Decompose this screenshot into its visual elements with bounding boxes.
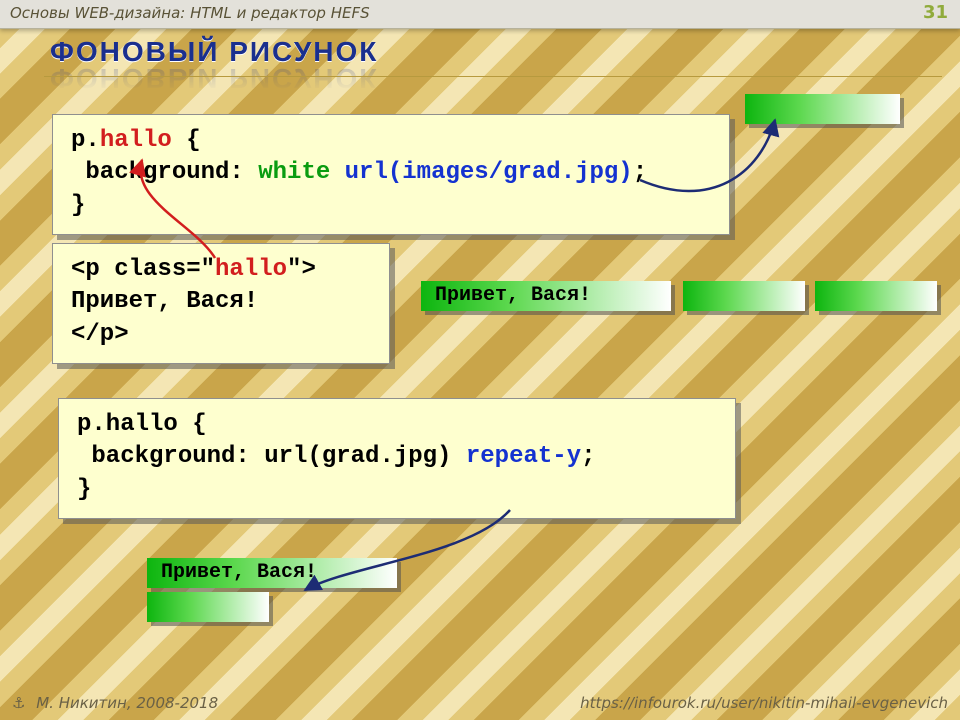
anchor-icon: ⚓ (12, 694, 25, 712)
code-box-html-usage: <p class="hallo"> Привет, Вася! </p> (52, 243, 390, 364)
sample-repeatx-3 (815, 281, 937, 311)
code-box-css-background: p.hallo { background: white url(images/g… (52, 114, 730, 235)
footer-url: https://infourok.ru/user/nikitin-mihail-… (580, 694, 948, 712)
top-bar: Основы WEB-дизайна: HTML и редактор HEFS… (0, 0, 960, 29)
sample-repeaty-1: Привет, Вася! (147, 558, 397, 588)
code3-l3: } (77, 476, 91, 503)
code1-l1c: { (172, 127, 201, 154)
footer-author-text: М. Никитин, 2008-2018 (36, 694, 218, 712)
slide-heading: ФОНОВЫЙ РИСУНОК ФОНОВЫЙ РИСУНОК (50, 36, 378, 94)
code2-l1a: <p class=" (71, 256, 215, 283)
slide-heading-reflection: ФОНОВЫЙ РИСУНОК (50, 62, 378, 94)
code1-l1a: p. (71, 127, 100, 154)
code2-l1c: "> (287, 256, 316, 283)
sample-greeting-1: Привет, Вася! (421, 284, 591, 307)
code2-text: Привет, Вася! (71, 288, 258, 315)
code3-l2a: background: url(grad.jpg) (77, 443, 466, 470)
code3-repeaty: repeat-y (466, 443, 581, 470)
code3-l1: p.hallo { (77, 411, 207, 438)
code-box-repeat-y: p.hallo { background: url(grad.jpg) repe… (58, 398, 736, 519)
code1-l3: } (71, 192, 85, 219)
code1-white: white (258, 159, 330, 186)
sample-repeatx-2 (683, 281, 805, 311)
code1-l2e: ; (633, 159, 647, 186)
footer-author: ⚓ М. Никитин, 2008-2018 (12, 694, 218, 712)
code3-l2c: ; (581, 443, 595, 470)
sample-greeting-2: Привет, Вася! (147, 561, 317, 584)
sample-gradient-top (745, 94, 900, 124)
code1-l2a: background: (71, 159, 258, 186)
sample-repeaty-2 (147, 592, 269, 622)
page-number: 31 (923, 2, 948, 23)
code1-hallo: hallo (100, 127, 172, 154)
sample-repeatx-1: Привет, Вася! (421, 281, 671, 311)
course-title: Основы WEB-дизайна: HTML и редактор HEFS (10, 4, 370, 22)
code2-close: </p> (71, 321, 129, 348)
code1-l2c (330, 159, 344, 186)
code1-url: url(images/grad.jpg) (345, 159, 633, 186)
code2-hallo: hallo (215, 256, 287, 283)
heading-underline (44, 76, 942, 77)
